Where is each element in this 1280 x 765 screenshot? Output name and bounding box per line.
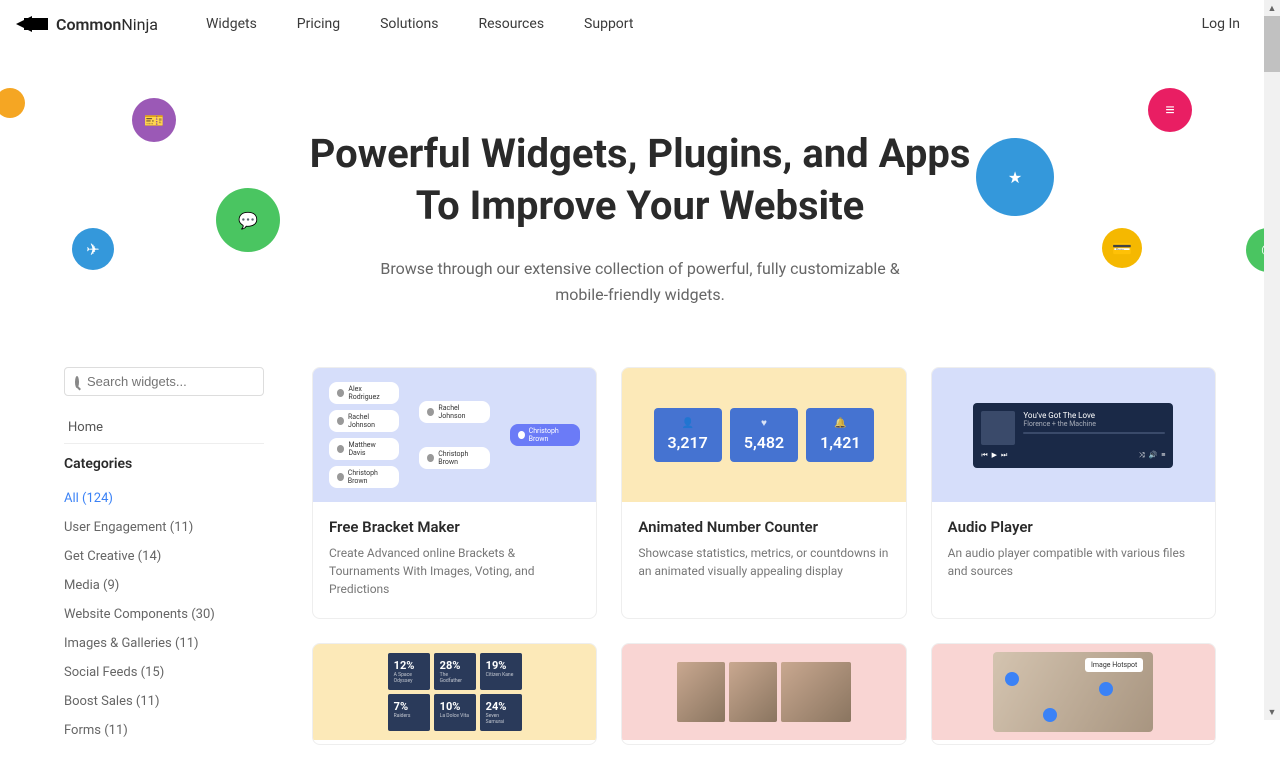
search-icon (75, 376, 79, 388)
scrollbar[interactable]: ▲ ▼ (1264, 0, 1280, 720)
category-list: All (124) User Engagement (11) Get Creat… (64, 484, 264, 745)
hero-icon-3: 💬 (216, 188, 280, 252)
login-link[interactable]: Log In (1202, 16, 1240, 32)
cat-user-engagement[interactable]: User Engagement (11) (64, 513, 264, 542)
scroll-down-icon[interactable]: ▼ (1264, 704, 1280, 720)
hero-icon-7: 💳 (1102, 228, 1142, 268)
card-title: Animated Number Counter (638, 518, 889, 536)
hero-icon-2: 🎫 (132, 98, 176, 142)
cat-all[interactable]: All (124) (64, 484, 264, 513)
card-desc: An audio player compatible with various … (948, 544, 1199, 580)
pct-mock: 12%A Space Odyssey 28%The Godfather 19%C… (388, 653, 522, 731)
hero-icon-6: ≡ (1148, 88, 1192, 132)
hero-subtitle: Browse through our extensive collection … (380, 256, 900, 307)
nav-pricing[interactable]: Pricing (297, 16, 340, 32)
logo-text-b: Ninja (121, 15, 158, 34)
card-title: Audio Player (948, 518, 1199, 536)
hero-icon-1 (0, 88, 25, 118)
cat-get-creative[interactable]: Get Creative (14) (64, 542, 264, 571)
card-body: Free Bracket Maker Create Advanced onlin… (313, 502, 596, 614)
cat-boost-sales[interactable]: Boost Sales (11) (64, 687, 264, 716)
cat-forms[interactable]: Forms (11) (64, 716, 264, 745)
cat-images-galleries[interactable]: Images & Galleries (11) (64, 629, 264, 658)
hero: 🎫 💬 ✈ ★ ≡ 💳 ✆ Powerful Widgets, Plugins,… (0, 48, 1280, 347)
card-partial-3[interactable]: Image Hotspot (931, 643, 1216, 745)
card-preview (622, 644, 905, 740)
bracket-mock: Alex Rodriguez Rachel Johnson Matthew Da… (329, 382, 580, 488)
hero-title: Powerful Widgets, Plugins, and Apps To I… (290, 128, 990, 232)
photo-grid (677, 662, 851, 722)
nav-widgets[interactable]: Widgets (206, 16, 257, 32)
card-desc: Showcase statistics, metrics, or countdo… (638, 544, 889, 580)
cat-social-feeds[interactable]: Social Feeds (15) (64, 658, 264, 687)
sidebar: Home Categories All (124) User Engagemen… (64, 367, 264, 745)
logo-text-a: Common (56, 15, 121, 34)
counter-mock: 👤3,217 ♥5,482 🔔1,421 (654, 408, 875, 462)
card-body: Audio Player An audio player compatible … (932, 502, 1215, 596)
cat-website-components[interactable]: Website Components (30) (64, 600, 264, 629)
nav-resources[interactable]: Resources (478, 16, 544, 32)
main-content: Home Categories All (124) User Engagemen… (0, 347, 1280, 765)
card-partial-1[interactable]: 12%A Space Odyssey 28%The Godfather 19%C… (312, 643, 597, 745)
scroll-up-icon[interactable]: ▲ (1264, 0, 1280, 16)
search-box[interactable] (64, 367, 264, 396)
hero-icon-4: ✈ (72, 228, 114, 270)
hero-icon-5: ★ (976, 138, 1054, 216)
cat-media[interactable]: Media (9) (64, 571, 264, 600)
card-preview: 👤3,217 ♥5,482 🔔1,421 (622, 368, 905, 502)
nav-solutions[interactable]: Solutions (380, 16, 438, 32)
card-desc: Create Advanced online Brackets & Tourna… (329, 544, 580, 598)
scrollbar-thumb[interactable] (1264, 16, 1280, 72)
audio-mock: You've Got The Love Florence + the Machi… (973, 403, 1173, 468)
card-preview: You've Got The Love Florence + the Machi… (932, 368, 1215, 502)
main-nav: Widgets Pricing Solutions Resources Supp… (206, 16, 1202, 32)
sidebar-heading: Categories (64, 456, 264, 472)
widget-grid: Alex Rodriguez Rachel Johnson Matthew Da… (312, 367, 1216, 745)
card-title: Free Bracket Maker (329, 518, 580, 536)
hotspot-mock: Image Hotspot (993, 652, 1153, 732)
logo[interactable]: CommonNinja (24, 15, 158, 34)
card-preview: Image Hotspot (932, 644, 1215, 740)
sidebar-home[interactable]: Home (64, 412, 264, 444)
nav-support[interactable]: Support (584, 16, 633, 32)
search-input[interactable] (87, 374, 263, 389)
card-bracket-maker[interactable]: Alex Rodriguez Rachel Johnson Matthew Da… (312, 367, 597, 619)
card-body: Animated Number Counter Showcase statist… (622, 502, 905, 596)
header: CommonNinja Widgets Pricing Solutions Re… (0, 0, 1280, 48)
logo-icon (24, 18, 48, 30)
card-partial-2[interactable] (621, 643, 906, 745)
card-audio-player[interactable]: You've Got The Love Florence + the Machi… (931, 367, 1216, 619)
card-preview: 12%A Space Odyssey 28%The Godfather 19%C… (313, 644, 596, 740)
card-preview: Alex Rodriguez Rachel Johnson Matthew Da… (313, 368, 596, 502)
card-number-counter[interactable]: 👤3,217 ♥5,482 🔔1,421 Animated Number Cou… (621, 367, 906, 619)
